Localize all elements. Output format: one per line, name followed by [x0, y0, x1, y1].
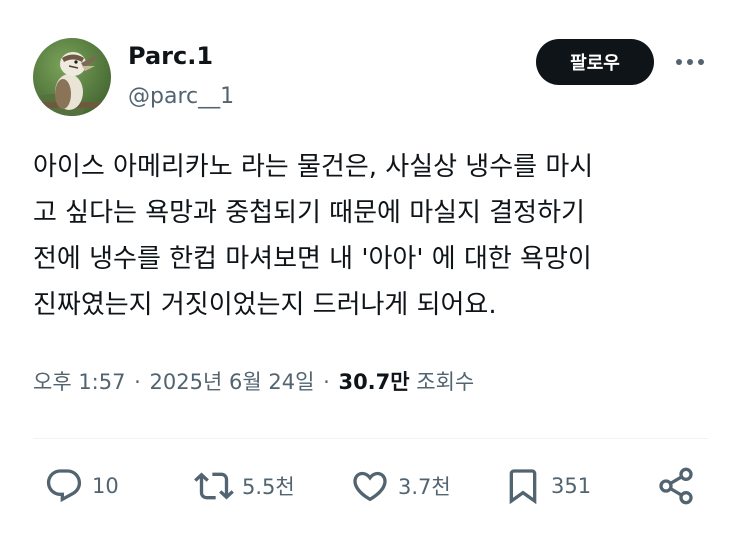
tweet-text-line: 전에 냉수를 한컵 마셔보면 내 '아아' 에 대한 욕망이: [33, 244, 592, 274]
tweet-time[interactable]: 오후 1:57: [33, 370, 125, 394]
follow-button[interactable]: 팔로우: [536, 39, 654, 85]
author-handle[interactable]: @parc__1: [128, 84, 234, 109]
meta-separator: ·: [134, 370, 141, 394]
repost-button[interactable]: 5.5천: [194, 466, 295, 506]
tweet-meta: 오후 1:57 · 2025년 6월 24일 · 30.7만 조회수: [33, 366, 474, 396]
avatar[interactable]: [33, 38, 111, 116]
more-options-button[interactable]: [672, 50, 708, 74]
tweet-text-line: 진짜였는지 거짓이었는지 드러나게 되어요.: [33, 290, 497, 320]
divider: [33, 438, 708, 439]
meta-separator: ·: [323, 370, 330, 394]
tweet-text-line: 아이스 아메리카노 라는 물건은, 사실상 냉수를 마시: [33, 152, 594, 182]
more-horizontal-icon: [676, 59, 704, 65]
heart-icon: [353, 471, 387, 502]
reply-icon: [46, 469, 82, 503]
views-label: 조회수: [416, 370, 475, 394]
like-button[interactable]: 3.7천: [350, 466, 451, 506]
repost-count: 5.5천: [242, 475, 295, 499]
bookmark-count: 351: [551, 474, 592, 498]
repost-icon: [194, 472, 234, 500]
author-display-name[interactable]: Parc.1: [128, 42, 213, 70]
bookmark-icon: [509, 469, 537, 505]
share-button[interactable]: [656, 466, 696, 506]
tweet-text-line: 고 싶다는 욕망과 중첩되기 때문에 마실지 결정하기: [33, 198, 585, 228]
share-icon: [659, 467, 693, 505]
views-count[interactable]: 30.7만: [338, 370, 409, 394]
reply-button[interactable]: 10: [44, 466, 119, 506]
kookaburra-avatar-image: [33, 38, 111, 116]
like-count: 3.7천: [398, 475, 451, 499]
tweet-text: 아이스 아메리카노 라는 물건은, 사실상 냉수를 마시 고 싶다는 욕망과 중…: [33, 144, 703, 328]
bookmark-button[interactable]: 351: [503, 466, 591, 506]
tweet-date[interactable]: 2025년 6월 24일: [150, 370, 315, 394]
reply-count: 10: [92, 474, 119, 498]
